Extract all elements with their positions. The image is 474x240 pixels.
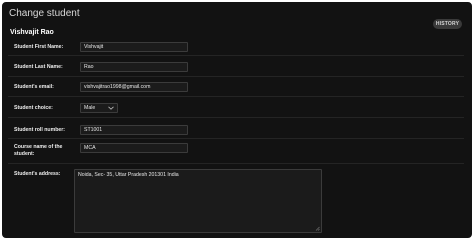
last-name-input[interactable]: Rao: [80, 62, 188, 72]
history-button[interactable]: HISTORY: [433, 19, 462, 29]
choice-selected-value: Male: [84, 105, 96, 111]
chevron-down-icon: [108, 106, 114, 110]
address-textarea[interactable]: Noida, Sec- 35, Uttar Pradesh 201301 Ind…: [74, 169, 322, 233]
roll-number-input[interactable]: ST1001: [80, 125, 188, 135]
resize-handle-icon[interactable]: [315, 226, 320, 231]
first-name-input[interactable]: Vishvajit: [80, 42, 188, 52]
form-row-choice: Student choice: Male: [8, 99, 464, 118]
email-input[interactable]: vishvajitrao1998@gmail.com: [80, 82, 188, 92]
first-name-label: Student First Name:: [14, 44, 64, 50]
object-name: Vishvajit Rao: [10, 29, 54, 36]
page-title: Change student: [9, 8, 80, 19]
course-label: Course name of the student:: [14, 144, 63, 157]
change-student-page: Change student HISTORY Vishvajit Rao Stu…: [0, 0, 474, 240]
address-text: Noida, Sec- 35, Uttar Pradesh 201301 Ind…: [78, 172, 179, 178]
roll-number-label: Student roll number:: [14, 127, 66, 133]
form-row-first-name: Student First Name: Vishvajit: [8, 39, 464, 56]
course-input[interactable]: MCA: [80, 143, 188, 153]
choice-label: Student choice:: [14, 105, 53, 111]
form-row-roll-number: Student roll number: ST1001: [8, 121, 464, 139]
form-row-email: Student's email: vishvajitrao1998@gmail.…: [8, 79, 464, 97]
choice-select[interactable]: Male: [80, 103, 118, 113]
form-row-last-name: Student Last Name: Rao: [8, 59, 464, 77]
form-row-course: Course name of the student: MCA: [8, 141, 464, 164]
email-label: Student's email:: [14, 84, 54, 90]
last-name-label: Student Last Name:: [14, 64, 63, 70]
